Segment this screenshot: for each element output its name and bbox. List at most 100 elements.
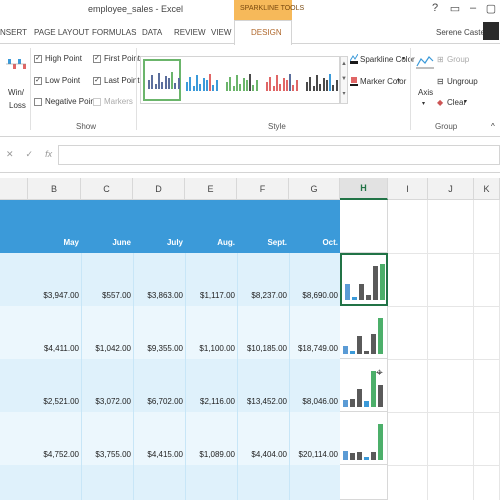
column-header-d[interactable]: D (133, 178, 185, 200)
month-header[interactable]: Oct. (289, 238, 338, 247)
axis-button[interactable]: Axis (418, 88, 433, 97)
collapse-ribbon-icon[interactable]: ^ (491, 122, 495, 131)
style-thumb-1[interactable] (143, 59, 181, 101)
cell-value[interactable]: $8,237.00 (237, 291, 287, 300)
avatar[interactable] (483, 22, 499, 40)
sparkline-color-icon[interactable] (349, 53, 359, 64)
first-point-checkbox[interactable]: ✓ First Point (93, 54, 140, 63)
tab-data[interactable]: DATA (142, 28, 162, 37)
checkbox-box[interactable]: ✓ (93, 76, 101, 85)
cell-value[interactable]: $557.00 (81, 291, 131, 300)
cell-value[interactable]: $3,755.00 (81, 450, 131, 459)
cell-value[interactable]: $9,355.00 (133, 344, 183, 353)
cell-h-header[interactable] (340, 200, 388, 253)
cell-value[interactable]: $3,863.00 (133, 291, 183, 300)
markers-checkbox[interactable]: Markers (93, 97, 133, 106)
checkbox-box[interactable]: ✓ (34, 54, 42, 63)
column-header-h[interactable]: H (340, 178, 388, 200)
last-point-checkbox[interactable]: ✓ Last Point (93, 76, 140, 85)
sparkline-color-button[interactable]: Sparkline Color (360, 55, 415, 64)
ungroup-button[interactable]: Ungroup (447, 77, 478, 86)
style-thumb-4[interactable] (263, 59, 301, 101)
axis-icon[interactable] (416, 54, 434, 70)
column-header-j[interactable]: J (428, 178, 474, 200)
column-header-a[interactable] (0, 178, 28, 200)
column-header-c[interactable]: C (81, 178, 133, 200)
chevron-down-icon[interactable]: ▾ (464, 98, 467, 105)
cell-value[interactable]: $3,947.00 (28, 291, 79, 300)
tab-insert[interactable]: NSERT (0, 28, 27, 37)
column-header-g[interactable]: G (289, 178, 340, 200)
group-button[interactable]: Group (447, 55, 469, 64)
cell-value[interactable]: $20,114.00 (289, 450, 338, 459)
negative-points-checkbox[interactable]: Negative Points (34, 97, 101, 106)
formula-input[interactable] (58, 145, 500, 165)
low-point-checkbox[interactable]: ✓ Low Point (34, 76, 80, 85)
marker-color-icon[interactable] (350, 76, 358, 86)
style-thumb-3[interactable] (223, 59, 261, 101)
sparkline-style-gallery[interactable] (140, 56, 340, 104)
month-header[interactable]: June (81, 238, 131, 247)
ribbon-display-icon[interactable]: ▭ (448, 2, 462, 15)
high-point-checkbox[interactable]: ✓ High Point (34, 54, 82, 63)
cell-value[interactable]: $1,117.00 (185, 291, 235, 300)
cell-value[interactable]: $8,690.00 (289, 291, 338, 300)
user-name[interactable]: Serene Caster (436, 28, 488, 37)
enter-icon[interactable]: ✓ (26, 149, 34, 160)
month-header[interactable]: Sept. (237, 238, 287, 247)
style-thumb-2[interactable] (183, 59, 221, 101)
sparkline-cell[interactable] (340, 412, 388, 465)
column-i[interactable] (388, 200, 428, 500)
checkbox-box[interactable]: ✓ (34, 76, 42, 85)
gallery-scroll[interactable]: ▲ ▼ ▾ (340, 56, 348, 104)
sparkline-cell[interactable] (340, 465, 388, 500)
cell-value[interactable]: $18,749.00 (289, 344, 338, 353)
winloss-label-2[interactable]: Loss (9, 101, 26, 110)
style-thumb-5[interactable] (303, 59, 341, 101)
column-k[interactable] (474, 200, 500, 500)
cell-value[interactable]: $13,452.00 (237, 397, 287, 406)
cancel-icon[interactable]: ✕ (6, 149, 14, 160)
tab-formulas[interactable]: FORMULAS (92, 28, 136, 37)
column-header-b[interactable]: B (28, 178, 81, 200)
winloss-label-1[interactable]: Win/ (8, 88, 24, 97)
sparkline-cell[interactable] (340, 306, 388, 359)
cell-value[interactable]: $2,116.00 (185, 397, 235, 406)
cell-value[interactable]: $4,752.00 (28, 450, 79, 459)
chevron-down-icon[interactable]: ▾ (402, 55, 405, 62)
cell-value[interactable]: $10,185.00 (237, 344, 287, 353)
column-header-f[interactable]: F (237, 178, 289, 200)
month-header[interactable]: July (133, 238, 183, 247)
month-header[interactable]: May (28, 238, 79, 247)
cell-value[interactable]: $1,100.00 (185, 344, 235, 353)
cell-value[interactable]: $4,404.00 (237, 450, 287, 459)
tab-review[interactable]: REVIEW (174, 28, 206, 37)
chevron-down-icon[interactable]: ▾ (422, 100, 425, 107)
cell-value[interactable]: $1,042.00 (81, 344, 131, 353)
cell-value[interactable]: $3,072.00 (81, 397, 131, 406)
fx-icon[interactable]: fx (45, 149, 52, 160)
cell-value[interactable]: $4,411.00 (28, 344, 79, 353)
column-header-k[interactable]: K (474, 178, 500, 200)
sparkline-cell[interactable] (340, 253, 388, 306)
cell-value[interactable]: $8,046.00 (289, 397, 338, 406)
tab-design[interactable]: DESIGN (251, 28, 282, 37)
cell-value[interactable]: $1,089.00 (185, 450, 235, 459)
cell-value[interactable]: $4,415.00 (133, 450, 183, 459)
month-header[interactable]: Aug. (185, 238, 235, 247)
minimize-icon[interactable]: – (466, 2, 480, 14)
cell-value[interactable]: $6,702.00 (133, 397, 183, 406)
column-header-e[interactable]: E (185, 178, 237, 200)
checkbox-box[interactable] (93, 97, 101, 106)
winloss-icon[interactable] (6, 56, 26, 74)
cell-value[interactable]: $2,521.00 (28, 397, 79, 406)
checkbox-box[interactable] (34, 97, 42, 106)
help-icon[interactable]: ? (428, 2, 442, 14)
restore-icon[interactable]: ▢ (484, 2, 498, 15)
column-header-i[interactable]: I (388, 178, 428, 200)
chevron-down-icon[interactable]: ▾ (397, 77, 400, 84)
tab-page-layout[interactable]: PAGE LAYOUT (34, 28, 89, 37)
checkbox-box[interactable]: ✓ (93, 54, 101, 63)
tab-view[interactable]: VIEW (211, 28, 231, 37)
column-j[interactable] (428, 200, 474, 500)
